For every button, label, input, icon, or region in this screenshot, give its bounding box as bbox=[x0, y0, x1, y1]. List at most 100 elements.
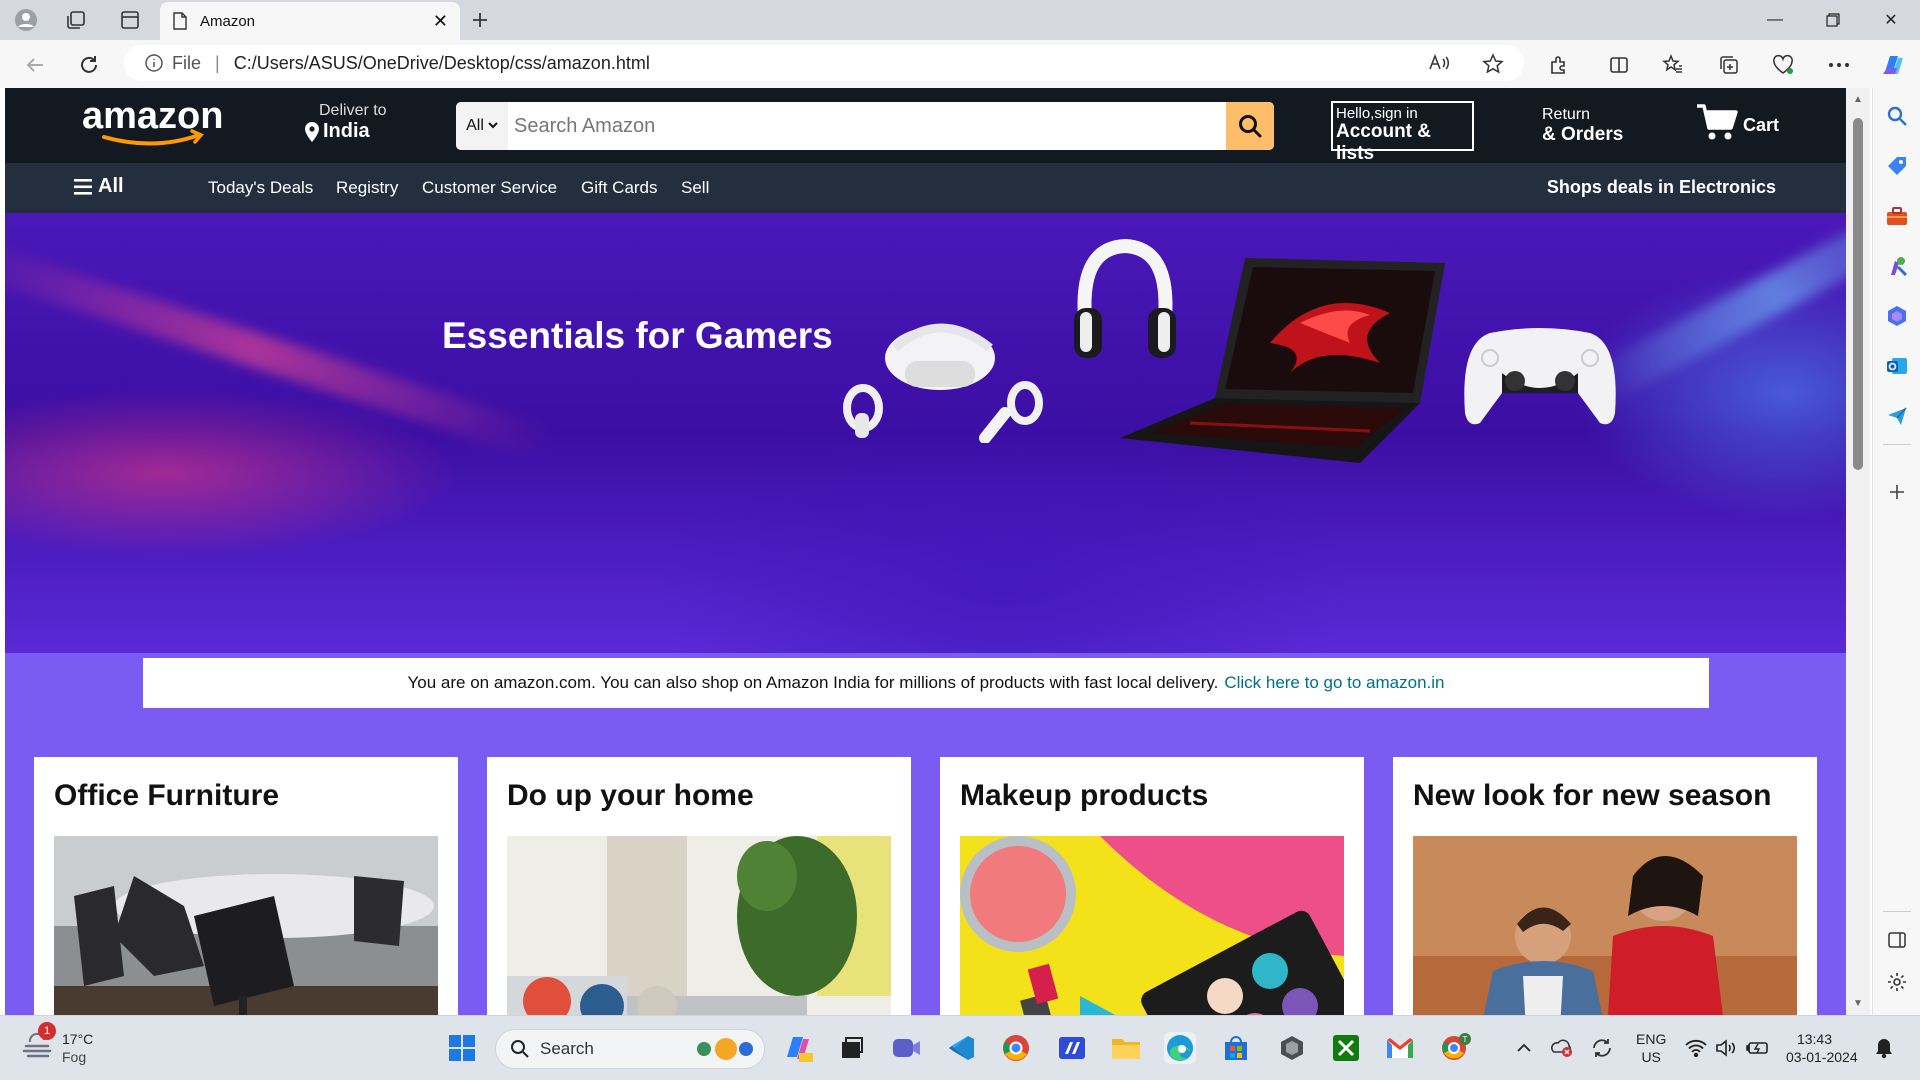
drop-send-icon[interactable] bbox=[1885, 404, 1909, 428]
search-button[interactable] bbox=[1226, 102, 1274, 150]
windows-taskbar: 1 17°C Fog Search T ENG US 13:43 03-01-2… bbox=[0, 1015, 1920, 1080]
address-bar[interactable]: File | C:/Users/ASUS/OneDrive/Desktop/cs… bbox=[124, 45, 1524, 81]
scrollbar-thumb[interactable] bbox=[1853, 118, 1863, 470]
amazon-logo[interactable]: amazon bbox=[73, 94, 243, 150]
microsoft-store-icon[interactable] bbox=[1220, 1032, 1252, 1064]
account-lists-button[interactable]: Hello,sign in Account & lists bbox=[1331, 101, 1474, 164]
microsoft-365-icon[interactable] bbox=[1885, 304, 1909, 328]
weather-widget[interactable]: 1 17°C Fog bbox=[22, 1022, 94, 1066]
amazon-in-link[interactable]: Click here to go to amazon.in bbox=[1224, 673, 1444, 693]
cart-button[interactable]: Cart bbox=[1695, 102, 1779, 142]
chrome-profile-icon[interactable]: T bbox=[1440, 1032, 1472, 1064]
teams-meet-icon[interactable] bbox=[890, 1032, 922, 1064]
input-language[interactable]: ENG US bbox=[1636, 1030, 1666, 1066]
gaming-laptop-image bbox=[1120, 258, 1445, 463]
more-options-icon[interactable] bbox=[1824, 50, 1854, 80]
shopping-tag-icon[interactable] bbox=[1885, 154, 1909, 178]
gmail-icon[interactable] bbox=[1384, 1032, 1416, 1064]
file-explorer-icon[interactable] bbox=[1110, 1032, 1142, 1064]
profile-icon[interactable] bbox=[12, 6, 40, 34]
taskbar-search-box[interactable]: Search bbox=[495, 1029, 765, 1069]
hide-sidebar-icon[interactable] bbox=[1885, 928, 1909, 952]
copilot-preview-icon[interactable] bbox=[782, 1032, 814, 1064]
region-notice-banner: You are on amazon.com. You can also shop… bbox=[143, 658, 1709, 708]
wifi-icon[interactable] bbox=[1680, 1032, 1712, 1064]
nav-sell[interactable]: Sell bbox=[681, 178, 709, 198]
new-tab-icon[interactable] bbox=[466, 6, 494, 34]
card-office-furniture[interactable]: Office Furniture bbox=[34, 757, 458, 1015]
close-window-icon[interactable]: ✕ bbox=[1862, 0, 1920, 40]
workspaces-icon[interactable] bbox=[62, 6, 90, 34]
card-title: Do up your home bbox=[507, 779, 754, 812]
settings-gear-icon[interactable] bbox=[1885, 970, 1909, 994]
onedrive-status-icon[interactable] bbox=[1546, 1032, 1578, 1064]
search-category-select[interactable]: All bbox=[456, 102, 508, 150]
card-title: Office Furniture bbox=[54, 779, 280, 812]
svg-text:amazon: amazon bbox=[82, 95, 223, 137]
task-view-icon[interactable] bbox=[836, 1032, 868, 1064]
sync-icon[interactable] bbox=[1586, 1032, 1618, 1064]
svg-text:T: T bbox=[1463, 1035, 1468, 1044]
url-text[interactable]: C:/Users/ASUS/OneDrive/Desktop/css/amazo… bbox=[234, 53, 650, 74]
collections-icon[interactable] bbox=[1714, 50, 1744, 80]
vscode-icon[interactable] bbox=[946, 1032, 978, 1064]
card-new-look[interactable]: New look for new season bbox=[1393, 757, 1817, 1015]
region-notice-text: You are on amazon.com. You can also shop… bbox=[407, 673, 1219, 692]
secondary-nav: All Today's Deals Registry Customer Serv… bbox=[5, 163, 1846, 213]
read-aloud-icon[interactable] bbox=[1428, 53, 1450, 73]
favorites-icon[interactable] bbox=[1658, 50, 1688, 80]
card-home-decor[interactable]: Do up your home bbox=[487, 757, 911, 1015]
browser-essentials-icon[interactable] bbox=[1768, 50, 1798, 80]
chrome-icon[interactable] bbox=[1000, 1032, 1032, 1064]
xbox-icon[interactable] bbox=[1330, 1032, 1362, 1064]
add-sidebar-app-icon[interactable] bbox=[1885, 480, 1909, 504]
deliver-location: India bbox=[323, 120, 370, 142]
nav-registry[interactable]: Registry bbox=[336, 178, 398, 198]
nav-gift-cards[interactable]: Gift Cards bbox=[581, 178, 658, 198]
refresh-icon[interactable] bbox=[74, 50, 104, 80]
all-menu-button[interactable]: All bbox=[74, 175, 124, 198]
search-icon bbox=[1237, 113, 1263, 139]
security-app-icon[interactable] bbox=[1276, 1032, 1308, 1064]
minimize-icon[interactable]: — bbox=[1746, 0, 1804, 40]
tab-amazon[interactable]: Amazon ✕ bbox=[160, 2, 460, 40]
edge-browser-icon[interactable] bbox=[1164, 1032, 1196, 1064]
clock-time: 13:43 bbox=[1796, 1031, 1832, 1047]
outlook-icon[interactable] bbox=[1885, 354, 1909, 378]
chevron-down-icon bbox=[488, 122, 498, 130]
copilot-icon[interactable] bbox=[1878, 50, 1908, 80]
weather-cloud-icon: 1 bbox=[22, 1022, 56, 1066]
volume-icon[interactable] bbox=[1710, 1032, 1742, 1064]
close-tab-icon[interactable]: ✕ bbox=[433, 11, 448, 32]
deliver-to[interactable]: Deliver to India bbox=[305, 102, 387, 143]
battery-icon[interactable] bbox=[1742, 1032, 1774, 1064]
restore-icon[interactable] bbox=[1804, 0, 1862, 40]
weather-temperature: 17°C bbox=[62, 1031, 94, 1047]
page-scrollbar[interactable]: ▲ ▼ bbox=[1846, 88, 1870, 1015]
search-highlight-icon bbox=[690, 1035, 756, 1063]
system-clock[interactable]: 13:43 bbox=[1784, 1030, 1832, 1048]
home-decor-image bbox=[507, 836, 891, 1015]
returns-orders-button[interactable]: Return & Orders bbox=[1542, 106, 1623, 146]
show-hidden-icons-chevron-icon[interactable] bbox=[1508, 1032, 1540, 1064]
tools-icon[interactable] bbox=[1885, 204, 1909, 228]
extensions-icon[interactable] bbox=[1544, 50, 1574, 80]
power-automate-icon[interactable] bbox=[1056, 1032, 1088, 1064]
favorite-star-icon[interactable] bbox=[1482, 53, 1504, 75]
windows-start-icon[interactable] bbox=[446, 1032, 478, 1064]
scroll-down-icon[interactable]: ▼ bbox=[1853, 998, 1863, 1009]
search-input[interactable] bbox=[508, 102, 1226, 150]
split-screen-icon[interactable] bbox=[1604, 50, 1634, 80]
info-icon[interactable] bbox=[144, 53, 164, 73]
scroll-up-icon[interactable]: ▲ bbox=[1853, 94, 1863, 105]
nav-todays-deals[interactable]: Today's Deals bbox=[208, 178, 313, 198]
games-icon[interactable] bbox=[1885, 254, 1909, 278]
card-makeup[interactable]: Makeup products bbox=[940, 757, 1364, 1015]
sidebar-search-icon[interactable] bbox=[1885, 104, 1909, 128]
back-icon[interactable] bbox=[20, 50, 50, 80]
card-title: New look for new season bbox=[1413, 779, 1772, 812]
electronics-deals-link[interactable]: Shops deals in Electronics bbox=[1547, 177, 1776, 198]
vertical-tabs-icon[interactable] bbox=[116, 6, 144, 34]
notifications-bell-icon[interactable] bbox=[1868, 1032, 1900, 1064]
nav-customer-service[interactable]: Customer Service bbox=[422, 178, 557, 198]
